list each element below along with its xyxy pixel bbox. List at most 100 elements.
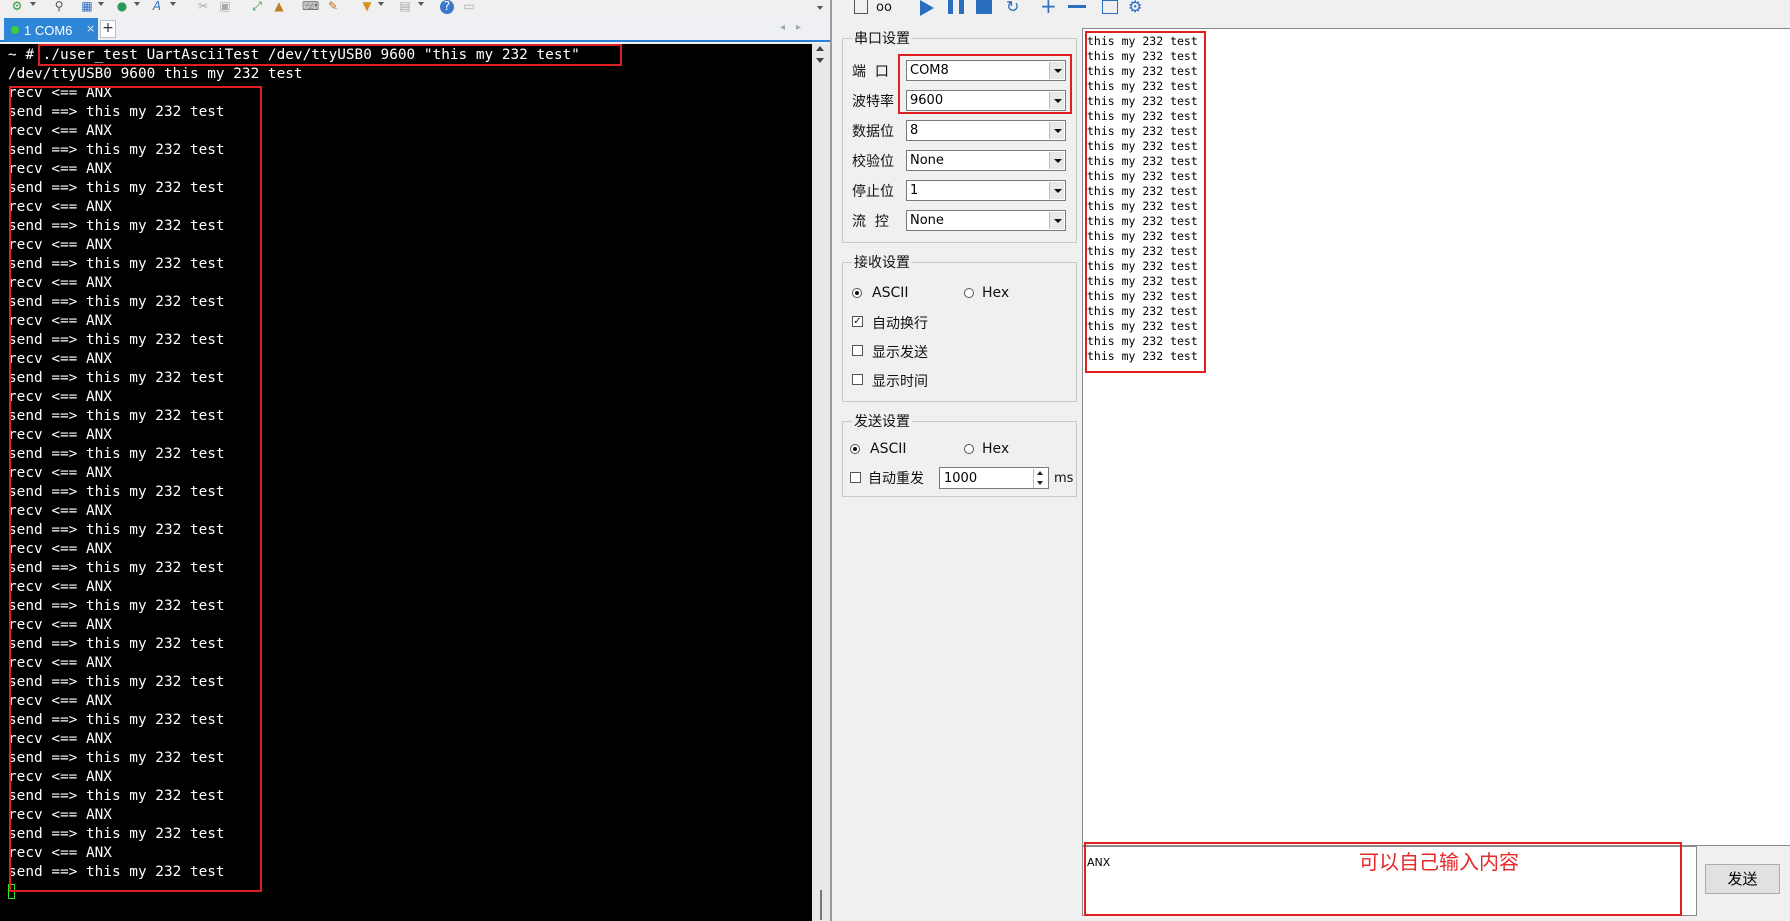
receive-line: this my 232 test <box>1087 199 1198 213</box>
dropdown-arrow-icon[interactable] <box>134 2 140 6</box>
toolbar-overflow-icon[interactable] <box>817 6 823 10</box>
terminal-line: send ==> this my 232 test <box>8 180 225 196</box>
databits-select[interactable]: 8 <box>906 120 1066 141</box>
terminal-line: send ==> this my 232 test <box>8 104 225 120</box>
search-icon[interactable]: ⚲ <box>52 0 66 14</box>
globe-icon[interactable]: ● <box>115 0 129 14</box>
dropdown-arrow-icon[interactable] <box>418 2 424 6</box>
receive-line: this my 232 test <box>1087 79 1198 93</box>
send-hex-radio[interactable] <box>964 444 974 454</box>
spin-up-icon[interactable] <box>1033 469 1047 478</box>
tab-scroll-right-icon[interactable]: ▸ <box>796 22 801 33</box>
terminal-line: recv <== ANX <box>8 237 112 253</box>
send-button[interactable]: 发送 <box>1705 864 1780 894</box>
baud-select[interactable]: 9600 <box>906 90 1066 111</box>
serial-settings-title: 串口设置 <box>852 28 912 48</box>
show-send-checkbox[interactable] <box>852 345 863 356</box>
terminal-line: send ==> this my 232 test <box>8 370 225 386</box>
play-icon[interactable] <box>920 0 934 16</box>
auto-newline-label[interactable]: 自动换行 <box>872 313 928 333</box>
receive-line: this my 232 test <box>1087 334 1198 348</box>
print-icon[interactable]: ▣ <box>218 0 232 14</box>
scroll-down-icon[interactable] <box>816 58 824 63</box>
terminal-line: send ==> this my 232 test <box>8 674 225 690</box>
terminal-line: recv <== ANX <box>8 693 112 709</box>
flow-select[interactable]: None <box>906 210 1066 231</box>
terminal-line: recv <== ANX <box>8 617 112 633</box>
dropdown-arrow-icon[interactable] <box>378 2 384 6</box>
receive-ascii-label[interactable]: ASCII <box>872 285 909 301</box>
scroll-up-icon[interactable] <box>816 46 824 51</box>
stopbits-select[interactable]: 1 <box>906 180 1066 201</box>
stop-icon[interactable] <box>976 0 992 14</box>
databits-value: 8 <box>910 123 919 138</box>
tab-scroll-left-icon[interactable]: ◂ <box>780 22 785 33</box>
auto-resend-checkbox[interactable] <box>850 472 861 483</box>
panel-icon[interactable] <box>1102 0 1118 14</box>
dropdown-arrow-icon[interactable] <box>98 2 104 6</box>
tab-com6[interactable]: 1 COM6 × <box>4 18 98 42</box>
port-select[interactable]: COM8 <box>906 60 1066 81</box>
terminal-line: recv <== ANX <box>8 427 112 443</box>
resend-interval-input[interactable]: 1000 <box>939 467 1049 489</box>
chevron-down-icon[interactable] <box>1049 62 1064 79</box>
parity-select[interactable]: None <box>906 150 1066 171</box>
show-time-label[interactable]: 显示时间 <box>872 371 928 391</box>
keyboard-icon[interactable]: ⌨ <box>302 0 319 14</box>
spin-down-icon[interactable] <box>1033 479 1047 488</box>
terminal-line: send ==> this my 232 test <box>8 598 225 614</box>
send-hex-label[interactable]: Hex <box>982 441 1009 457</box>
terminal-line: recv <== ANX <box>8 465 112 481</box>
auto-newline-checkbox[interactable]: ✓ <box>852 316 863 327</box>
receive-line: this my 232 test <box>1087 139 1198 153</box>
receive-line: this my 232 test <box>1087 34 1198 48</box>
document-icon[interactable] <box>854 0 868 14</box>
terminal-window: ⚙ ⚲ ▦ ● A ✂ ▣ ⤢ ▲ ⌨ ✎ ▼ ▤ ? ▭ 1 COM6 × +… <box>0 0 830 921</box>
databits-label: 数据位 <box>852 124 894 140</box>
port-label: 端 口 <box>852 64 889 80</box>
chevron-down-icon[interactable] <box>1049 92 1064 109</box>
tape-icon[interactable]: oo <box>876 0 898 16</box>
send-ascii-label[interactable]: ASCII <box>870 441 907 457</box>
connected-status-icon <box>11 26 19 34</box>
show-time-checkbox[interactable] <box>852 374 863 385</box>
window-icon[interactable]: ▤ <box>398 0 412 14</box>
font-icon[interactable]: A <box>150 0 164 14</box>
send-ascii-radio[interactable] <box>850 444 860 454</box>
settings-icon[interactable]: ⚙ <box>1128 0 1146 16</box>
new-tab-button[interactable]: + <box>100 20 116 38</box>
download-icon[interactable]: ▼ <box>360 0 374 14</box>
chevron-down-icon[interactable] <box>1049 122 1064 139</box>
gear-icon[interactable]: ⚙ <box>10 0 24 14</box>
chevron-down-icon[interactable] <box>1049 182 1064 199</box>
receive-hex-radio[interactable] <box>964 288 974 298</box>
chevron-down-icon[interactable] <box>1049 152 1064 169</box>
auto-resend-label[interactable]: 自动重发 <box>868 468 924 488</box>
minus-icon[interactable] <box>1068 5 1086 8</box>
dropdown-arrow-icon[interactable] <box>170 2 176 6</box>
receive-textarea[interactable]: this my 232 test this my 232 test this my … <box>1082 28 1790 846</box>
terminal-output[interactable]: ~ # ./user_test UartAsciiTest /dev/ttyUS… <box>0 44 812 921</box>
receive-ascii-radio[interactable] <box>852 288 862 298</box>
tools-icon[interactable]: ✂ <box>196 0 210 14</box>
terminal-scrollbar[interactable] <box>812 44 830 921</box>
terminal-line: send ==> this my 232 test <box>8 142 225 158</box>
pause-icon[interactable] <box>948 0 964 14</box>
chevron-down-icon[interactable] <box>1049 212 1064 229</box>
layout-icon[interactable]: ▦ <box>80 0 94 14</box>
show-send-label[interactable]: 显示发送 <box>872 342 928 362</box>
fullscreen-icon[interactable]: ⤢ <box>250 0 264 14</box>
scrollbar-thumb[interactable] <box>820 890 822 920</box>
lock-icon[interactable]: ▲ <box>272 0 286 14</box>
close-tab-icon[interactable]: × <box>86 22 95 35</box>
dropdown-arrow-icon[interactable] <box>30 2 36 6</box>
chat-icon[interactable]: ▭ <box>462 0 476 14</box>
plus-icon[interactable]: + <box>1040 0 1058 16</box>
receive-line: this my 232 test <box>1087 289 1198 303</box>
terminal-line: send ==> this my 232 test <box>8 408 225 424</box>
receive-hex-label[interactable]: Hex <box>982 285 1009 301</box>
refresh-icon[interactable]: ↻ <box>1006 0 1024 16</box>
help-icon[interactable]: ? <box>440 0 454 14</box>
receive-line: this my 232 test <box>1087 94 1198 108</box>
edit-icon[interactable]: ✎ <box>326 0 340 14</box>
